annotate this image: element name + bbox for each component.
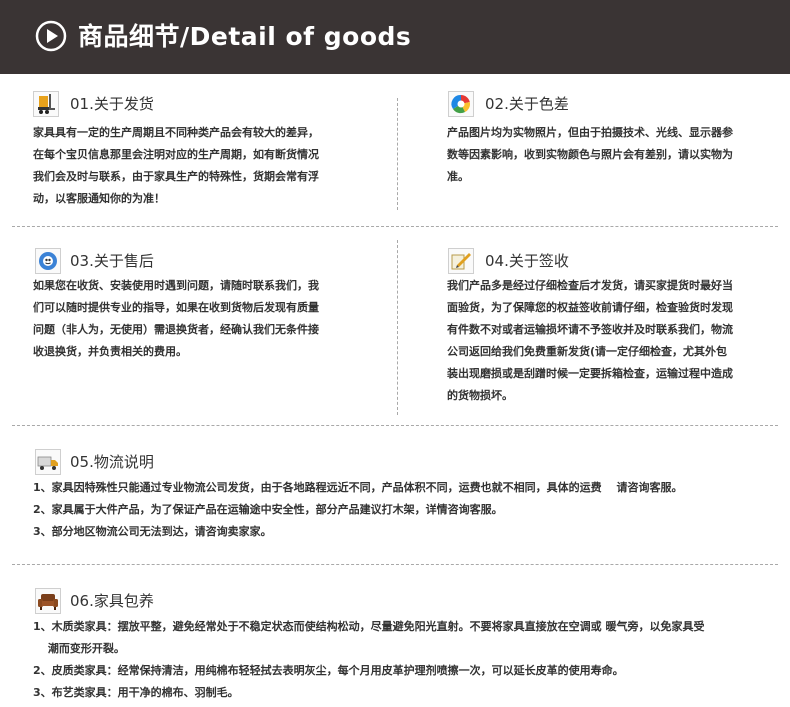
sofa-icon <box>35 588 61 614</box>
body-line: 装出现磨损或是刮蹭时候一定要拆箱检查，运输过程中造成 <box>447 367 733 380</box>
section-body: 我们产品多是经过仔细检查后才发货，请买家提货时最好当 面验货，为了保障您的权益签… <box>447 275 733 407</box>
body-line: 1、木质类家具：摆放平整，避免经常处于不稳定状态而使结构松动，尽量避免阳光直射。… <box>33 620 705 633</box>
forklift-icon <box>33 91 59 117</box>
section-body: 如果您在收货、安装使用时遇到问题，请随时联系我们，我 们可以随时提供专业的指导，… <box>33 275 319 363</box>
page-header: 商品细节/Detail of goods <box>0 0 790 74</box>
body-line: 的货物损坏。 <box>447 389 513 402</box>
body-line: 准。 <box>447 170 469 183</box>
body-line: 有件数不对或者运输损坏请不予签收并及时联系我们，物流 <box>447 323 733 336</box>
body-line: 产品图片均为实物照片，但由于拍摄技术、光线、显示器参 <box>447 126 733 139</box>
section-title: 03.关于售后 <box>70 252 154 270</box>
divider <box>12 226 778 227</box>
body-line: 我们会及时与联系，由于家具生产的特殊性，货期会常有浮 <box>33 170 319 183</box>
body-line: 在每个宝贝信息那里会注明对应的生产周期，如有断货情况 <box>33 148 319 161</box>
support-globe-icon <box>35 248 61 274</box>
divider <box>12 425 778 426</box>
pen-sign-icon <box>448 248 474 274</box>
color-wheel-icon <box>448 91 474 117</box>
truck-icon <box>35 449 61 475</box>
section-title: 02.关于色差 <box>485 95 569 113</box>
section-title: 05.物流说明 <box>70 453 154 471</box>
divider <box>12 564 778 565</box>
body-line: 如果您在收货、安装使用时遇到问题，请随时联系我们，我 <box>33 279 319 292</box>
section-title: 06.家具包养 <box>70 592 154 610</box>
play-circle-icon <box>35 20 67 52</box>
section-body: 1、家具因特殊性只能通过专业物流公司发货，由于各地路程远近不同，产品体积不同，运… <box>33 477 682 543</box>
page-title: 商品细节/Detail of goods <box>78 22 412 51</box>
body-line: 我们产品多是经过仔细检查后才发货，请买家提货时最好当 <box>447 279 733 292</box>
section-title: 01.关于发货 <box>70 95 154 113</box>
divider <box>397 240 398 415</box>
body-line: 潮而变形开裂。 <box>33 642 125 655</box>
body-line: 3、部分地区物流公司无法到达，请咨询卖家家。 <box>33 525 272 538</box>
body-line: 动，以客服通知你的为准！ <box>33 192 165 205</box>
body-line: 3、布艺类家具：用干净的棉布、羽制毛。 <box>33 686 239 699</box>
body-line: 公司返回给我们免费重新发货(请一定仔细检查，尤其外包 <box>447 345 728 358</box>
body-line: 收退换货，并负责相关的费用。 <box>33 345 187 358</box>
body-line: 2、家具属于大件产品，为了保证产品在运输途中安全性，部分产品建议打木架，详情咨询… <box>33 503 503 516</box>
divider <box>397 98 398 210</box>
section-body: 1、木质类家具：摆放平整，避免经常处于不稳定状态而使结构松动，尽量避免阳光直射。… <box>33 616 704 704</box>
section-title: 04.关于签收 <box>485 252 569 270</box>
body-line: 2、皮质类家具：经常保持清洁，用纯棉布轻轻拭去表明灰尘，每个月用皮革护理剂喷擦一… <box>33 664 624 677</box>
section-body: 家具具有一定的生产周期且不同种类产品会有较大的差异， 在每个宝贝信息那里会注明对… <box>33 122 319 210</box>
section-body: 产品图片均为实物照片，但由于拍摄技术、光线、显示器参 数等因素影响，收到实物颜色… <box>447 122 733 188</box>
body-line: 家具具有一定的生产周期且不同种类产品会有较大的差异， <box>33 126 319 139</box>
body-line: 1、家具因特殊性只能通过专业物流公司发货，由于各地路程远近不同，产品体积不同，运… <box>33 481 683 494</box>
body-line: 数等因素影响，收到实物颜色与照片会有差别，请以实物为 <box>447 148 733 161</box>
body-line: 问题（非人为，无使用）需退换货者，经确认我们无条件接 <box>33 323 319 336</box>
body-line: 们可以随时提供专业的指导，如果在收到货物后发现有质量 <box>33 301 319 314</box>
body-line: 面验货，为了保障您的权益签收前请仔细，检查验货时发现 <box>447 301 733 314</box>
